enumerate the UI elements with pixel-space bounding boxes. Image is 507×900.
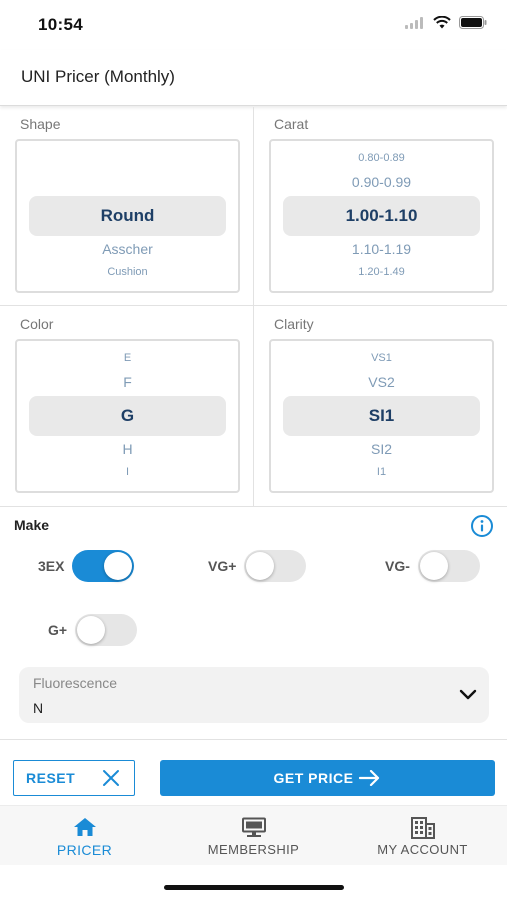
wifi-icon — [433, 16, 451, 29]
carat-label: Carat — [274, 116, 309, 132]
reset-button-label: RESET — [26, 770, 76, 786]
fluorescence-select[interactable]: Fluorescence N — [19, 667, 489, 723]
clarity-option[interactable]: VS1 — [271, 352, 492, 364]
home-icon — [73, 818, 96, 836]
toggle-switch-vg-minus[interactable] — [417, 550, 480, 582]
carat-option[interactable]: 0.80-0.89 — [271, 152, 492, 164]
clarity-cell: Clarity VS1 VS2 SI1 SI2 I1 — [254, 307, 507, 506]
carat-option[interactable]: 1.10-1.19 — [271, 241, 492, 257]
shape-label: Shape — [20, 116, 61, 132]
get-price-button-label: GET PRICE — [273, 770, 354, 786]
color-label: Color — [20, 316, 54, 332]
fluorescence-value: N — [33, 700, 44, 716]
carat-selected-option[interactable]: 1.00-1.10 — [271, 206, 492, 226]
info-icon[interactable] — [470, 514, 494, 538]
color-picker[interactable]: E F G H I — [15, 339, 240, 493]
page-title: UNI Pricer (Monthly) — [21, 67, 175, 86]
shape-cell: Shape Round Asscher Cushion — [0, 107, 253, 306]
tab-bar: PRICER MEMBERSHIP MY ACCOUNT — [0, 805, 507, 865]
carat-picker[interactable]: 0.80-0.89 0.90-0.99 1.00-1.10 1.10-1.19 … — [269, 139, 494, 293]
toggle-knob — [246, 552, 275, 580]
tab-my-account[interactable]: MY ACCOUNT — [338, 806, 507, 866]
clarity-picker[interactable]: VS1 VS2 SI1 SI2 I1 — [269, 339, 494, 493]
toggle-label: VG- — [385, 558, 410, 574]
shape-selected-option[interactable]: Round — [17, 206, 238, 226]
cellular-signal-icon — [405, 16, 423, 29]
toggle-vg-plus: VG+ — [208, 550, 307, 582]
status-icons — [405, 16, 487, 29]
tab-label: MEMBERSHIP — [207, 842, 300, 857]
battery-icon — [459, 16, 487, 29]
clarity-option[interactable]: SI2 — [271, 441, 492, 457]
toggle-vg-minus: VG- — [385, 550, 480, 582]
toggle-knob — [419, 552, 448, 580]
toggle-switch-g-plus[interactable] — [75, 614, 138, 646]
color-option[interactable]: I — [17, 466, 238, 478]
shape-option[interactable]: Asscher — [17, 241, 238, 257]
reset-button[interactable]: RESET — [13, 760, 135, 796]
color-selected-option[interactable]: G — [17, 406, 238, 426]
tab-label: MY ACCOUNT — [377, 842, 468, 857]
carat-option[interactable]: 1.20-1.49 — [271, 266, 492, 278]
toggle-3ex: 3EX — [38, 550, 135, 582]
toggle-label: G+ — [48, 622, 68, 638]
carat-cell: Carat 0.80-0.89 0.90-0.99 1.00-1.10 1.10… — [254, 107, 507, 306]
toggle-knob — [104, 552, 133, 580]
color-cell: Color E F G H I — [0, 307, 253, 506]
toggle-g-plus: G+ — [48, 614, 138, 646]
building-icon — [410, 817, 435, 839]
shape-picker[interactable]: Round Asscher Cushion — [15, 139, 240, 293]
toggle-switch-3ex[interactable] — [72, 550, 135, 582]
chevron-down-icon — [459, 689, 477, 700]
close-icon — [103, 770, 119, 786]
status-time: 10:54 — [38, 15, 83, 34]
tab-pricer[interactable]: PRICER — [0, 806, 169, 866]
arrow-right-icon — [359, 770, 380, 786]
color-option[interactable]: H — [17, 441, 238, 457]
tab-label: PRICER — [56, 842, 113, 858]
toggle-knob — [77, 616, 106, 644]
toggle-label: VG+ — [208, 558, 237, 574]
color-option[interactable]: E — [17, 352, 238, 364]
app-header: UNI Pricer (Monthly) — [0, 50, 507, 106]
section-divider — [0, 739, 507, 740]
clarity-label: Clarity — [274, 316, 314, 332]
grid-divider-bottom — [0, 506, 507, 507]
color-option[interactable]: F — [17, 374, 238, 390]
shape-option[interactable]: Cushion — [17, 266, 238, 278]
tab-membership[interactable]: MEMBERSHIP — [169, 806, 338, 866]
home-indicator — [164, 885, 344, 890]
status-bar: 10:54 — [0, 0, 507, 50]
get-price-button[interactable]: GET PRICE — [160, 760, 495, 796]
clarity-option[interactable]: I1 — [271, 466, 492, 478]
fluorescence-label: Fluorescence — [33, 675, 118, 691]
toggle-switch-vg-plus[interactable] — [244, 550, 307, 582]
monitor-icon — [241, 817, 266, 837]
carat-option[interactable]: 0.90-0.99 — [271, 174, 492, 190]
toggle-label: 3EX — [38, 558, 65, 574]
clarity-option[interactable]: VS2 — [271, 374, 492, 390]
clarity-selected-option[interactable]: SI1 — [271, 406, 492, 426]
make-label: Make — [14, 517, 50, 533]
